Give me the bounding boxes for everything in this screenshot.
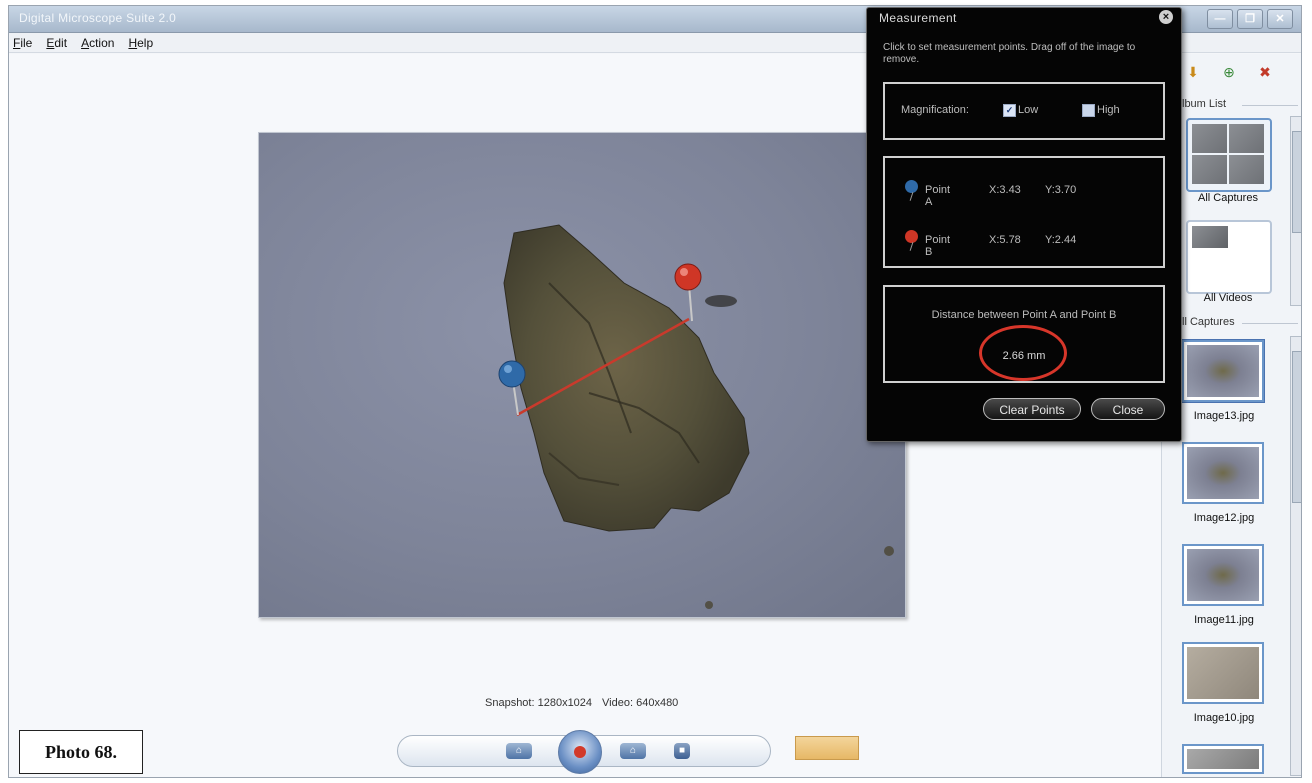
- distance-group: Distance between Point A and Point B 2.6…: [883, 285, 1165, 383]
- capture-thumbnail[interactable]: [1182, 544, 1264, 606]
- window-controls: — ❐ ✕: [1207, 9, 1293, 29]
- capture-button[interactable]: [558, 730, 602, 774]
- point-b-label: Point B: [925, 234, 951, 258]
- delete-album-icon[interactable]: ✖: [1254, 62, 1276, 82]
- capture-control-bar: ⌂ ⌂ ■: [397, 730, 771, 774]
- measurement-dialog: Measurement × Click to set measurement p…: [866, 7, 1182, 442]
- capture-label: Image13.jpg: [1193, 410, 1255, 422]
- menu-file[interactable]: File: [13, 33, 32, 52]
- add-album-icon[interactable]: ⊕: [1218, 62, 1240, 82]
- high-magnification-label: High: [1097, 104, 1120, 116]
- album-all-captures[interactable]: [1186, 118, 1272, 192]
- stop-icon[interactable]: ■: [674, 743, 690, 759]
- capture-label: Image12.jpg: [1193, 512, 1255, 524]
- prev-capture-button[interactable]: ⌂: [506, 743, 532, 759]
- point-b-y: Y:2.44: [1045, 234, 1077, 246]
- divider: [1242, 323, 1298, 324]
- menu-edit[interactable]: Edit: [46, 33, 67, 52]
- capture-thumbnail[interactable]: [1182, 642, 1264, 704]
- red-pin-icon: [905, 230, 918, 243]
- specimen-particle: [503, 224, 750, 532]
- point-a-label: Point A: [925, 184, 951, 208]
- album-thumbnail-grid: [1192, 124, 1264, 184]
- capture-thumbnail[interactable]: [1182, 340, 1264, 402]
- capture-status: Snapshot: 1280x1024 Video: 640x480: [485, 697, 678, 709]
- clear-points-button[interactable]: Clear Points: [983, 398, 1081, 420]
- scrollbar-thumb[interactable]: [1292, 351, 1301, 503]
- divider: [1242, 105, 1298, 106]
- dialog-instructions: Click to set measurement points. Drag of…: [883, 42, 1136, 65]
- video-resolution: Video: 640x480: [602, 697, 679, 709]
- record-icon: [574, 746, 586, 758]
- blue-pin-icon: [905, 180, 918, 193]
- capture-label: Image10.jpg: [1193, 712, 1255, 724]
- album-all-videos-label: All Videos: [1203, 292, 1253, 304]
- video-thumbnail: [1192, 226, 1228, 248]
- capture-label: Image11.jpg: [1194, 614, 1254, 626]
- point-b-pin[interactable]: [674, 263, 737, 322]
- album-all-videos[interactable]: [1186, 220, 1272, 294]
- menu-action[interactable]: Action: [81, 33, 114, 52]
- import-icon[interactable]: ⬇: [1182, 62, 1204, 82]
- points-group: Point A X:3.43 Y:3.70 Point B X:5.78 Y:2…: [883, 156, 1165, 268]
- captures-label: ll Captures: [1182, 316, 1235, 328]
- debris-speck: [705, 601, 713, 609]
- ruler-icon[interactable]: [795, 736, 859, 760]
- menu-help[interactable]: Help: [128, 33, 153, 52]
- scrollbar-thumb[interactable]: [1292, 131, 1301, 233]
- minimize-button[interactable]: —: [1207, 9, 1233, 29]
- distance-label: Distance between Point A and Point B: [931, 309, 1117, 321]
- capture-thumbnail[interactable]: [1182, 744, 1264, 774]
- high-magnification-checkbox[interactable]: [1082, 104, 1095, 117]
- low-magnification-label: Low: [1018, 104, 1039, 116]
- distance-value: 2.66 mm: [1002, 350, 1046, 362]
- low-magnification-checkbox[interactable]: ✓: [1003, 104, 1016, 117]
- album-all-captures-label: All Captures: [1198, 192, 1258, 204]
- debris-speck: [884, 546, 894, 556]
- dialog-close-icon[interactable]: ×: [1159, 10, 1173, 24]
- point-a-x: X:3.43: [989, 184, 1021, 196]
- dialog-title: Measurement: [879, 11, 957, 25]
- capture-thumbnail[interactable]: [1182, 442, 1264, 504]
- photo-caption: Photo 68.: [19, 730, 143, 774]
- specimen-graphic: [498, 224, 894, 609]
- microscope-image[interactable]: [258, 132, 906, 618]
- album-list-label: lbum List: [1182, 98, 1227, 110]
- magnification-group: Magnification: ✓ Low High: [883, 82, 1165, 140]
- album-panel: ⬇ ⊕ ✖ lbum List All Captures All Videos …: [1161, 54, 1301, 777]
- close-window-button[interactable]: ✕: [1267, 9, 1293, 29]
- point-b-x: X:5.78: [989, 234, 1021, 246]
- snapshot-resolution: Snapshot: 1280x1024: [485, 697, 593, 709]
- point-a-y: Y:3.70: [1045, 184, 1077, 196]
- window-title: Digital Microscope Suite 2.0: [19, 11, 177, 25]
- restore-button[interactable]: ❐: [1237, 9, 1263, 29]
- album-toolbar: ⬇ ⊕ ✖: [1182, 62, 1276, 82]
- close-button[interactable]: Close: [1091, 398, 1165, 420]
- magnification-label: Magnification:: [901, 104, 969, 116]
- album-scrollbar[interactable]: [1290, 116, 1301, 306]
- captures-scrollbar[interactable]: [1290, 336, 1301, 776]
- next-capture-button[interactable]: ⌂: [620, 743, 646, 759]
